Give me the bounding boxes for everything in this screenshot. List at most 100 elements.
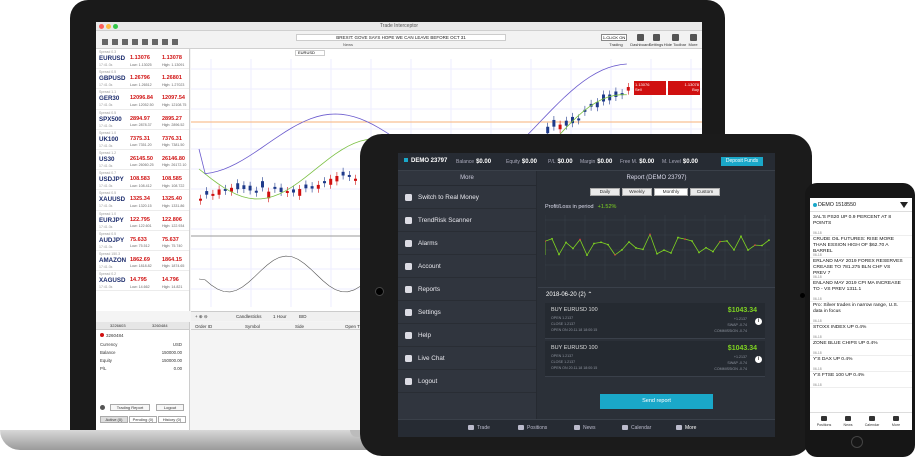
segment-monthly[interactable]: Monthly bbox=[654, 188, 688, 196]
minimize-window-icon[interactable] bbox=[106, 24, 111, 29]
watchlist-row[interactable]: Spread 1.1 GER30 17:41:3s 12096.84 12097.54 L… bbox=[96, 89, 189, 110]
stat-value: $0.00 bbox=[597, 159, 613, 165]
news-ticker[interactable]: BREXIT: GOVE SAYS HOPE WE CAN LEAVE BEFO… bbox=[296, 34, 506, 41]
nav-positions[interactable]: Positions bbox=[814, 416, 834, 427]
day-low: Low: 2878.37 bbox=[130, 123, 152, 128]
menu-item-switch[interactable]: Switch to Real Money bbox=[398, 186, 536, 209]
news-item[interactable]: ERLAND MAY 2019 FOREX RESERVES CREASE TO… bbox=[810, 258, 912, 280]
nav-more[interactable]: More bbox=[886, 416, 906, 427]
watchlist-row[interactable]: Spread 150.3 AMAZON 17:41:3s 1862.69 1864.15… bbox=[96, 251, 189, 272]
chat-icon bbox=[405, 355, 412, 362]
nav-positions[interactable]: Positions bbox=[518, 425, 547, 431]
menu-item-label: Alarms bbox=[418, 240, 438, 247]
column-header[interactable]: Symbol bbox=[245, 324, 260, 329]
column-header[interactable]: Order ID bbox=[195, 324, 212, 329]
column-header[interactable]: Side bbox=[295, 324, 304, 329]
watchlist-row[interactable]: Spread 0.7 USDJPY 17:41:3s 108.583 108.585 Lo… bbox=[96, 170, 189, 191]
sell-button[interactable]: 1.13076 Sell bbox=[634, 81, 666, 95]
nav-news[interactable]: News bbox=[574, 425, 596, 431]
menu-item-label: Help bbox=[418, 332, 431, 339]
nav-more[interactable]: More bbox=[676, 425, 696, 431]
more-button[interactable]: More bbox=[684, 34, 702, 47]
nav-calendar[interactable]: Calendar bbox=[622, 425, 651, 431]
gear-icon[interactable] bbox=[100, 405, 105, 410]
menu-item-chat[interactable]: Live Chat bbox=[398, 347, 536, 370]
one-click-toggle[interactable]: 1-CLICK ON bbox=[601, 34, 627, 41]
more-icon bbox=[689, 34, 697, 41]
news-item[interactable]: STOXX INDEX UP 0.4% 06-18 bbox=[810, 324, 912, 340]
watchlist-row[interactable]: Spread 0.2 XAGUSD 17:41:3s 14.795 14.796 Low:… bbox=[96, 271, 189, 292]
nav-news[interactable]: News bbox=[838, 416, 858, 427]
summary-label: Equity bbox=[100, 358, 112, 363]
date-group-header[interactable]: 2018-06-20 (2) ⌃ bbox=[538, 287, 775, 301]
watchlist-row[interactable]: Spread 0.5 SPX500 17:41:3s 2894.97 2895.27 Lo… bbox=[96, 110, 189, 130]
logout-button[interactable]: Logout bbox=[156, 404, 184, 411]
zoom-window-icon[interactable] bbox=[113, 24, 118, 29]
watchlist-row[interactable]: Spread 1.0 EURJPY 17:41:3s 122.795 122.806 Lo… bbox=[96, 211, 189, 231]
menu-item-user[interactable]: Account bbox=[398, 255, 536, 278]
watchlist-row[interactable]: Spread 0.5 AUDJPY 17:41:3s 75.633 75.637 Low:… bbox=[96, 231, 189, 251]
watchlist-row[interactable]: Spread 0.3 EURUSD 17:41:3s 1.13076 1.13078 Lo… bbox=[96, 49, 189, 70]
quote-time: 17:41:3s bbox=[99, 204, 113, 209]
chart-tools-icon[interactable]: + ⊕ ⊖ bbox=[195, 314, 208, 320]
deposit-funds-button[interactable]: Deposit Funds bbox=[721, 157, 763, 166]
tablet-screen: DEMO 23797 Balance $0.00 Equity $0.00 P/L $0.… bbox=[398, 153, 775, 437]
info-icon[interactable]: i bbox=[755, 356, 762, 363]
news-item[interactable]: Y'S FTSE 100 UP 0.4% 06-18 bbox=[810, 372, 912, 388]
account-tab-1[interactable]: 3226603 bbox=[110, 323, 126, 328]
price-side-selector[interactable]: BID bbox=[299, 314, 307, 319]
close-window-icon[interactable] bbox=[99, 24, 104, 29]
news-item[interactable]: Y'S DAX UP 0.4% 06-18 bbox=[810, 356, 912, 372]
account-tab-2[interactable]: 3260484 bbox=[152, 323, 168, 328]
tab-active[interactable]: Active (0) bbox=[100, 416, 128, 423]
symbol-name: US30 bbox=[99, 155, 115, 163]
trade-card[interactable]: BUY EURUSD 100 OPEN 1.2137 CLOSE 1.2137 OPE… bbox=[545, 341, 765, 377]
buy-label: Buy bbox=[692, 87, 699, 92]
news-date: 06-18 bbox=[813, 297, 822, 301]
menu-item-label: Settings bbox=[418, 309, 441, 316]
nav-calendar[interactable]: Calendar bbox=[862, 416, 882, 427]
segment-weekly[interactable]: Weekly bbox=[622, 188, 652, 196]
timeframe-selector[interactable]: 1 Hour bbox=[273, 314, 287, 319]
toolbar-icons[interactable] bbox=[100, 37, 190, 47]
tab-history[interactable]: History (0) bbox=[158, 416, 186, 423]
send-report-button[interactable]: Send report bbox=[600, 394, 713, 409]
toolbar-icons-group bbox=[100, 34, 190, 47]
menu-item-logout[interactable]: Logout bbox=[398, 370, 536, 393]
filter-icon[interactable] bbox=[900, 202, 908, 208]
tab-pending[interactable]: Pending (0) bbox=[129, 416, 157, 423]
trading-report-button[interactable]: Trading Report bbox=[110, 404, 150, 411]
account-status-icon bbox=[813, 203, 817, 207]
watchlist-row[interactable]: Spread 1.2 US30 17:41:3s 26145.50 26146.80 Lo… bbox=[96, 150, 189, 171]
summary-value: 150000.00 bbox=[161, 350, 182, 355]
watchlist-row[interactable]: Spread 1.0 UK100 17:41:3s 7375.31 7376.31 Low… bbox=[96, 130, 189, 150]
menu-item-bell[interactable]: Alarms bbox=[398, 232, 536, 255]
phone-home-button[interactable] bbox=[851, 436, 863, 448]
menu-item-scanner[interactable]: TrendRisk Scanner bbox=[398, 209, 536, 232]
news-item[interactable]: ZONE BLUE CHIPS UP 0.4% 06-18 bbox=[810, 340, 912, 356]
news-item[interactable]: 3AL'S PS20 UP 0.9 PERCENT AT 8 POINTS 06-… bbox=[810, 214, 912, 236]
candles-selector[interactable]: Candlesticks bbox=[236, 314, 262, 319]
news-item[interactable]: Pro: Silver trades in narrow range, U.S.… bbox=[810, 302, 912, 324]
menu-item-help[interactable]: Help bbox=[398, 324, 536, 347]
nav-trade[interactable]: Trade bbox=[468, 425, 490, 431]
segment-custom[interactable]: Custom bbox=[690, 188, 720, 196]
watchlist-row[interactable]: Spread 0.5 GBPUSD 17:41:3s 1.26796 1.26801 Lo… bbox=[96, 69, 189, 90]
symbol-name: GER30 bbox=[99, 95, 120, 103]
info-icon[interactable]: i bbox=[755, 318, 762, 325]
ask-price: 122.806 bbox=[162, 216, 182, 223]
watchlist-row[interactable]: Spread 0.5 XAUUSD 17:41:3s 1325.34 1325.40 Lo… bbox=[96, 190, 189, 211]
news-item[interactable]: CRUDE OIL FUTURES: RISE MORE THAN ESSION… bbox=[810, 236, 912, 258]
menu-item-gear[interactable]: Settings bbox=[398, 301, 536, 324]
profit-loss-chart[interactable] bbox=[545, 215, 770, 280]
buy-button[interactable]: 1.13078 Buy bbox=[668, 81, 700, 95]
segment-daily[interactable]: Daily bbox=[590, 188, 620, 196]
chevron-up-icon[interactable]: ⌃ bbox=[587, 292, 592, 298]
trade-metric: SWAP -0.74 bbox=[727, 323, 747, 327]
phone-account-id[interactable]: DEMO 1518550 bbox=[818, 202, 856, 208]
menu-item-report[interactable]: Reports bbox=[398, 278, 536, 301]
tablet-home-button[interactable] bbox=[375, 287, 384, 296]
news-item[interactable]: ENLAND MAY 2019 CPI MA INCREASE TO - VS … bbox=[810, 280, 912, 302]
trade-card[interactable]: BUY EURUSD 100 OPEN 1.2137 CLOSE 1.2137 OPE… bbox=[545, 303, 765, 339]
trade-icon bbox=[468, 425, 474, 430]
